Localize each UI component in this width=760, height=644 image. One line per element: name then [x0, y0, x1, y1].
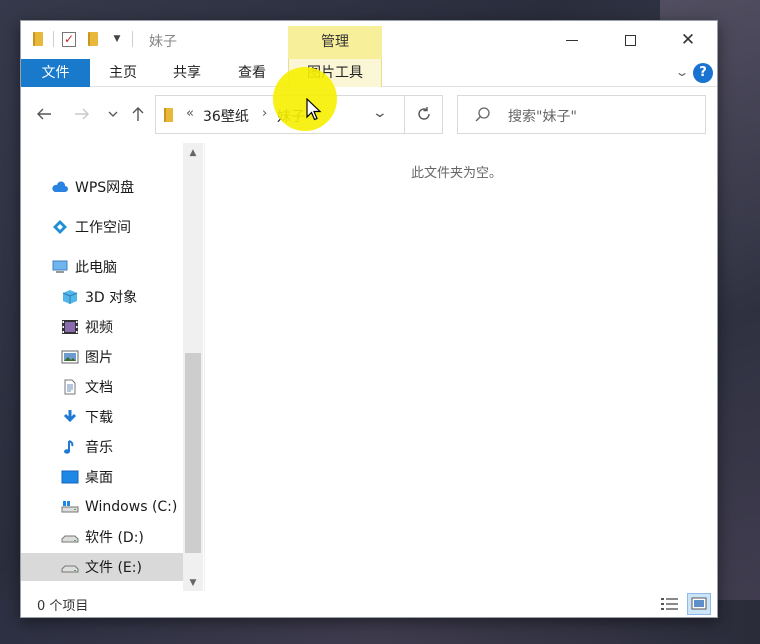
toolbar-divider — [53, 31, 54, 47]
ribbon-tabs: 文件 主页 共享 查看 图片工具 ⌄ ? — [21, 59, 717, 87]
search-icon — [475, 107, 490, 122]
sidebar-item-drive-e[interactable]: 文件 (E:) — [21, 553, 183, 581]
quick-access-toolbar: ✓ ▼ — [29, 30, 133, 48]
sidebar-item-pictures[interactable]: 图片 — [21, 343, 183, 371]
refresh-icon — [417, 107, 430, 120]
navigation-scrollbar[interactable]: ▲ ▼ — [183, 143, 203, 593]
toolbar-divider — [132, 31, 133, 47]
sidebar-item-label: 软件 (D:) — [85, 530, 144, 546]
sidebar-item-drive-d[interactable]: 软件 (D:) — [21, 523, 183, 551]
sidebar-item-label: 文档 — [85, 380, 113, 396]
sidebar-item-label: 视频 — [85, 320, 113, 336]
refresh-button[interactable] — [405, 95, 443, 134]
drive-icon — [61, 535, 79, 543]
sidebar-item-label: 图片 — [85, 350, 113, 366]
tab-share[interactable]: 共享 — [161, 59, 213, 87]
sidebar-item-label: 下载 — [85, 410, 113, 426]
scroll-down-icon[interactable]: ▼ — [183, 573, 203, 593]
search-input[interactable]: 搜索"妹子" — [457, 95, 706, 134]
folder-icon — [29, 30, 47, 48]
status-bar: 0 个项目 — [21, 591, 717, 617]
window-title: 妹子 — [149, 34, 177, 50]
video-icon — [62, 320, 78, 334]
minimize-button[interactable] — [543, 21, 601, 59]
tab-home[interactable]: 主页 — [97, 59, 149, 87]
sidebar-item-downloads[interactable]: 下载 — [21, 403, 183, 431]
sidebar-item-label: WPS网盘 — [75, 180, 135, 196]
item-count: 0 个项目 — [37, 599, 89, 614]
close-button[interactable]: ✕ — [659, 21, 717, 59]
mouse-pointer-icon — [306, 98, 322, 121]
drive-icon — [61, 565, 79, 573]
sidebar-item-drive-c[interactable]: Windows (C:) — [21, 493, 183, 521]
sidebar-item-videos[interactable]: 视频 — [21, 313, 183, 341]
sidebar-item-label: 3D 对象 — [85, 290, 138, 306]
chevron-down-icon — [108, 111, 118, 117]
new-folder-icon[interactable] — [84, 30, 102, 48]
sidebar-item-music[interactable]: 音乐 — [21, 433, 183, 461]
download-icon — [63, 410, 77, 423]
details-view-button[interactable] — [659, 594, 681, 614]
help-icon[interactable]: ? — [693, 63, 713, 83]
explorer-window: ✓ ▼ 妹子 管理 ✕ 文件 主页 共享 查看 图片工具 ⌄ ? « 36壁纸 … — [20, 20, 718, 618]
sidebar-item-label: 音乐 — [85, 440, 113, 456]
breadcrumb-separator[interactable]: › — [262, 106, 267, 121]
desktop-icon — [61, 470, 79, 484]
address-toolbar: « 36壁纸 › 妹子 ⌄ 搜索"妹子" — [21, 87, 717, 143]
forward-arrow-icon — [75, 108, 89, 120]
up-arrow-icon — [132, 107, 144, 121]
window-controls: ✕ — [543, 21, 717, 59]
back-button[interactable] — [34, 106, 54, 126]
forward-button[interactable] — [72, 106, 92, 126]
sidebar-item-workspace[interactable]: 工作空间 — [21, 213, 183, 241]
maximize-button[interactable] — [601, 21, 659, 59]
sidebar-item-documents[interactable]: 文档 — [21, 373, 183, 401]
large-icons-view-icon — [691, 597, 707, 610]
close-icon: ✕ — [680, 30, 696, 50]
large-icons-view-button[interactable] — [687, 593, 711, 615]
workspace-icon — [53, 220, 67, 234]
sidebar-item-3d-objects[interactable]: 3D 对象 — [21, 283, 183, 311]
search-placeholder: 搜索"妹子" — [508, 109, 577, 125]
file-list-area[interactable]: 此文件夹为空。 — [205, 143, 717, 593]
sidebar-item-desktop[interactable]: 桌面 — [21, 463, 183, 491]
picture-icon — [61, 350, 79, 364]
sidebar-item-label: 此电脑 — [75, 260, 117, 276]
title-bar: ✓ ▼ 妹子 管理 ✕ — [21, 21, 717, 59]
document-icon — [64, 379, 76, 395]
sidebar-item-label: Windows (C:) — [85, 499, 178, 515]
tab-manage[interactable]: 管理 — [288, 26, 382, 59]
tab-file[interactable]: 文件 — [21, 59, 90, 87]
drive-icon — [61, 501, 79, 513]
navigation-pane: WPS网盘 工作空间 此电脑 3D 对象 视频 图片 文档 下载 音乐 桌面 W… — [21, 143, 204, 608]
sidebar-item-wps-cloud[interactable]: WPS网盘 — [21, 173, 183, 201]
cube-icon — [62, 290, 78, 304]
sidebar-item-label: 桌面 — [85, 470, 113, 486]
empty-folder-message: 此文件夹为空。 — [411, 166, 503, 181]
up-button[interactable] — [128, 106, 148, 126]
cursor-highlight — [273, 67, 337, 131]
recent-locations-button[interactable] — [103, 106, 123, 126]
folder-icon — [164, 108, 173, 122]
tab-view[interactable]: 查看 — [226, 59, 278, 87]
scroll-up-icon[interactable]: ▲ — [183, 143, 203, 163]
sidebar-item-label: 工作空间 — [75, 220, 131, 236]
maximize-icon — [624, 34, 636, 46]
music-icon — [64, 440, 74, 454]
address-dropdown-icon[interactable]: ⌄ — [372, 105, 388, 121]
computer-icon — [52, 260, 68, 273]
expand-ribbon-icon[interactable]: ⌄ — [674, 65, 689, 79]
minimize-icon — [566, 39, 578, 41]
overflow-chevron[interactable]: « — [186, 106, 194, 121]
breadcrumb-36-wallpaper[interactable]: 36壁纸 — [203, 106, 249, 126]
cloud-icon — [52, 181, 68, 192]
scrollbar-thumb[interactable] — [185, 353, 201, 553]
sidebar-item-this-pc[interactable]: 此电脑 — [21, 253, 183, 281]
customize-dropdown-icon[interactable]: ▼ — [108, 30, 126, 48]
properties-icon[interactable]: ✓ — [60, 30, 78, 48]
back-arrow-icon — [37, 108, 51, 120]
sidebar-item-label: 文件 (E:) — [85, 560, 142, 576]
details-view-icon — [661, 598, 678, 610]
